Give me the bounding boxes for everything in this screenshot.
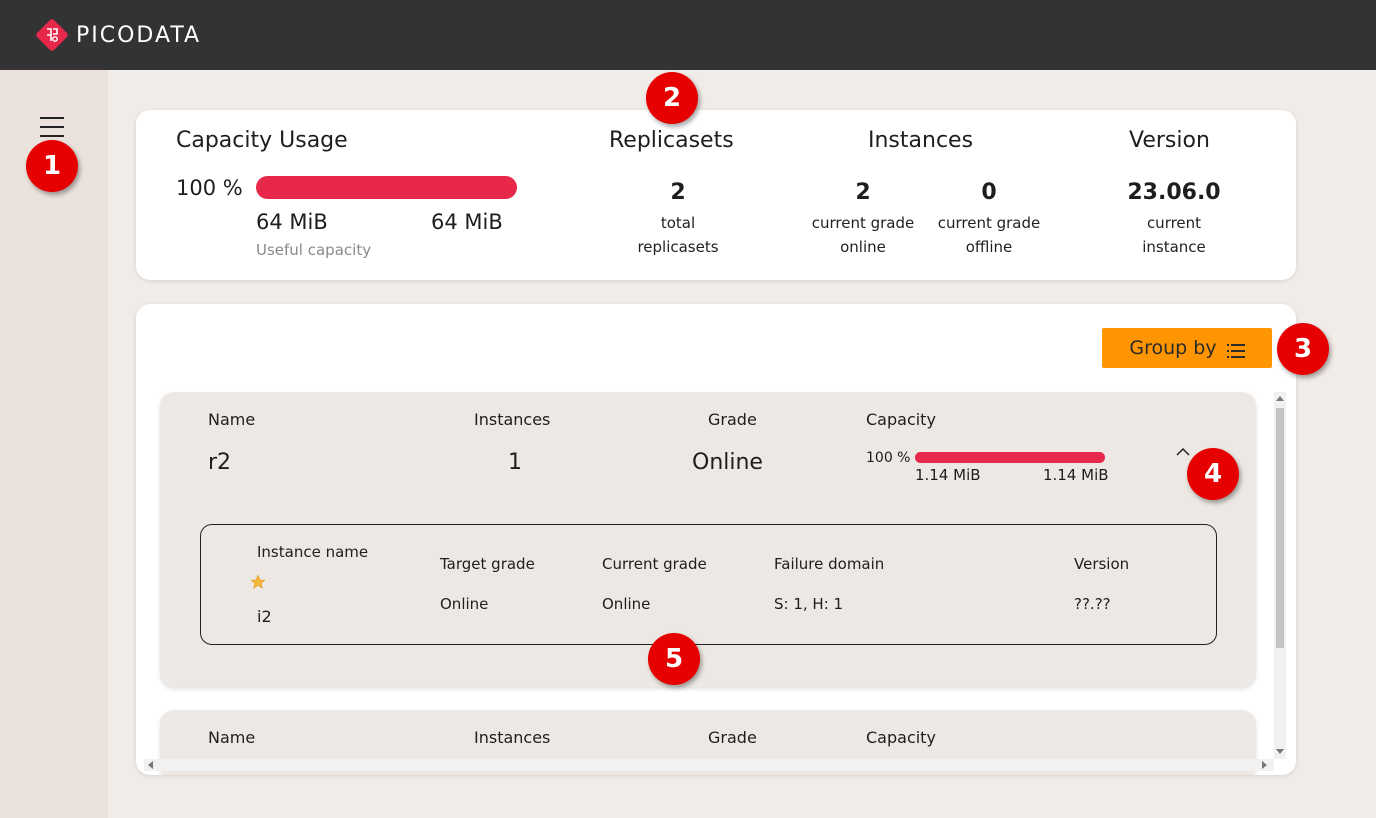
instances-offline-label: current grade offline: [937, 214, 1041, 256]
logo[interactable]: PICODATA: [35, 18, 201, 52]
instances-title: Instances: [868, 128, 974, 153]
chevron-up-icon[interactable]: [1176, 444, 1190, 458]
annotation-badge-2: 2: [646, 72, 698, 124]
brand-name: PICODATA: [76, 22, 202, 48]
replicasets-count: 2: [670, 180, 686, 205]
scroll-up-arrow-icon[interactable]: [1276, 396, 1284, 401]
annotation-badge-1: 1: [26, 140, 78, 192]
instance-version: ??.??: [1074, 595, 1111, 613]
target-grade-header: Target grade: [440, 555, 535, 573]
replicasets-label: total replicasets: [637, 214, 719, 256]
instance-current-grade: Online: [602, 595, 651, 613]
scroll-right-arrow-icon[interactable]: [1262, 761, 1267, 769]
header-name: Name: [208, 728, 256, 747]
replicaset-card[interactable]: Name Instances Grade Capacity r2 1 Onlin…: [160, 392, 1256, 687]
header-instances: Instances: [474, 728, 551, 747]
capacity-progress-bar: [256, 176, 517, 199]
header-capacity: Capacity: [866, 728, 936, 747]
version-value: 23.06.0: [1127, 180, 1221, 205]
header-grade: Grade: [708, 410, 757, 429]
replicaset-grade: Online: [692, 450, 763, 475]
hamburger-menu-icon[interactable]: [40, 117, 64, 137]
replicaset-capacity-used: 1.14 MiB: [915, 466, 981, 484]
failure-domain-header: Failure domain: [774, 555, 885, 573]
replicaset-capacity-total: 1.14 MiB: [1043, 466, 1109, 484]
instance-name-header: Instance name: [257, 543, 369, 561]
current-grade-header: Current grade: [602, 555, 707, 573]
capacity-percent: 100 %: [176, 176, 243, 200]
cluster-summary-card: Capacity Usage 100 % 64 MiB 64 MiB Usefu…: [136, 110, 1296, 280]
replicasets-title: Replicasets: [609, 128, 734, 153]
vertical-scroll-thumb[interactable]: [1276, 408, 1284, 648]
list-icon: [1226, 341, 1245, 358]
instances-online-label: current grade online: [811, 214, 915, 256]
scroll-left-arrow-icon[interactable]: [148, 761, 153, 769]
instances-offline-count: 0: [981, 180, 997, 205]
replicasets-list-card: Group by Name Instances Grade Capacity r…: [136, 304, 1296, 775]
group-by-button[interactable]: Group by: [1102, 328, 1272, 368]
header-name: Name: [208, 410, 256, 429]
instance-row[interactable]: Instance name Target grade Current grade…: [200, 524, 1217, 645]
instance-name: i2: [257, 607, 272, 626]
vertical-scrollbar[interactable]: [1274, 392, 1286, 759]
replicaset-name: r2: [208, 450, 232, 475]
instance-failure-domain: S: 1, H: 1: [774, 595, 844, 613]
version-label: current instance: [1142, 214, 1206, 256]
header-instances: Instances: [474, 410, 551, 429]
replicaset-instances-count: 1: [508, 450, 522, 475]
instances-online-count: 2: [855, 180, 871, 205]
capacity-total: 64 MiB: [431, 210, 503, 234]
annotation-badge-5: 5: [648, 633, 700, 685]
picodata-logo-icon: [35, 18, 69, 52]
group-by-label: Group by: [1129, 337, 1217, 359]
capacity-sub-label: Useful capacity: [256, 241, 372, 259]
header-capacity: Capacity: [866, 410, 936, 429]
capacity-usage-title: Capacity Usage: [176, 128, 348, 153]
star-icon: [250, 574, 266, 594]
version-header: Version: [1074, 555, 1130, 573]
instance-target-grade: Online: [440, 595, 489, 613]
top-bar: PICODATA: [0, 0, 1376, 70]
annotation-badge-3: 3: [1277, 323, 1329, 375]
scroll-down-arrow-icon[interactable]: [1276, 749, 1284, 754]
capacity-used: 64 MiB: [256, 210, 328, 234]
replicaset-capacity-bar: [915, 452, 1105, 463]
version-title: Version: [1129, 128, 1210, 153]
annotation-badge-4: 4: [1187, 448, 1239, 500]
horizontal-scrollbar[interactable]: [144, 759, 1274, 771]
header-grade: Grade: [708, 728, 757, 747]
replicaset-capacity-percent: 100 %: [866, 450, 911, 466]
